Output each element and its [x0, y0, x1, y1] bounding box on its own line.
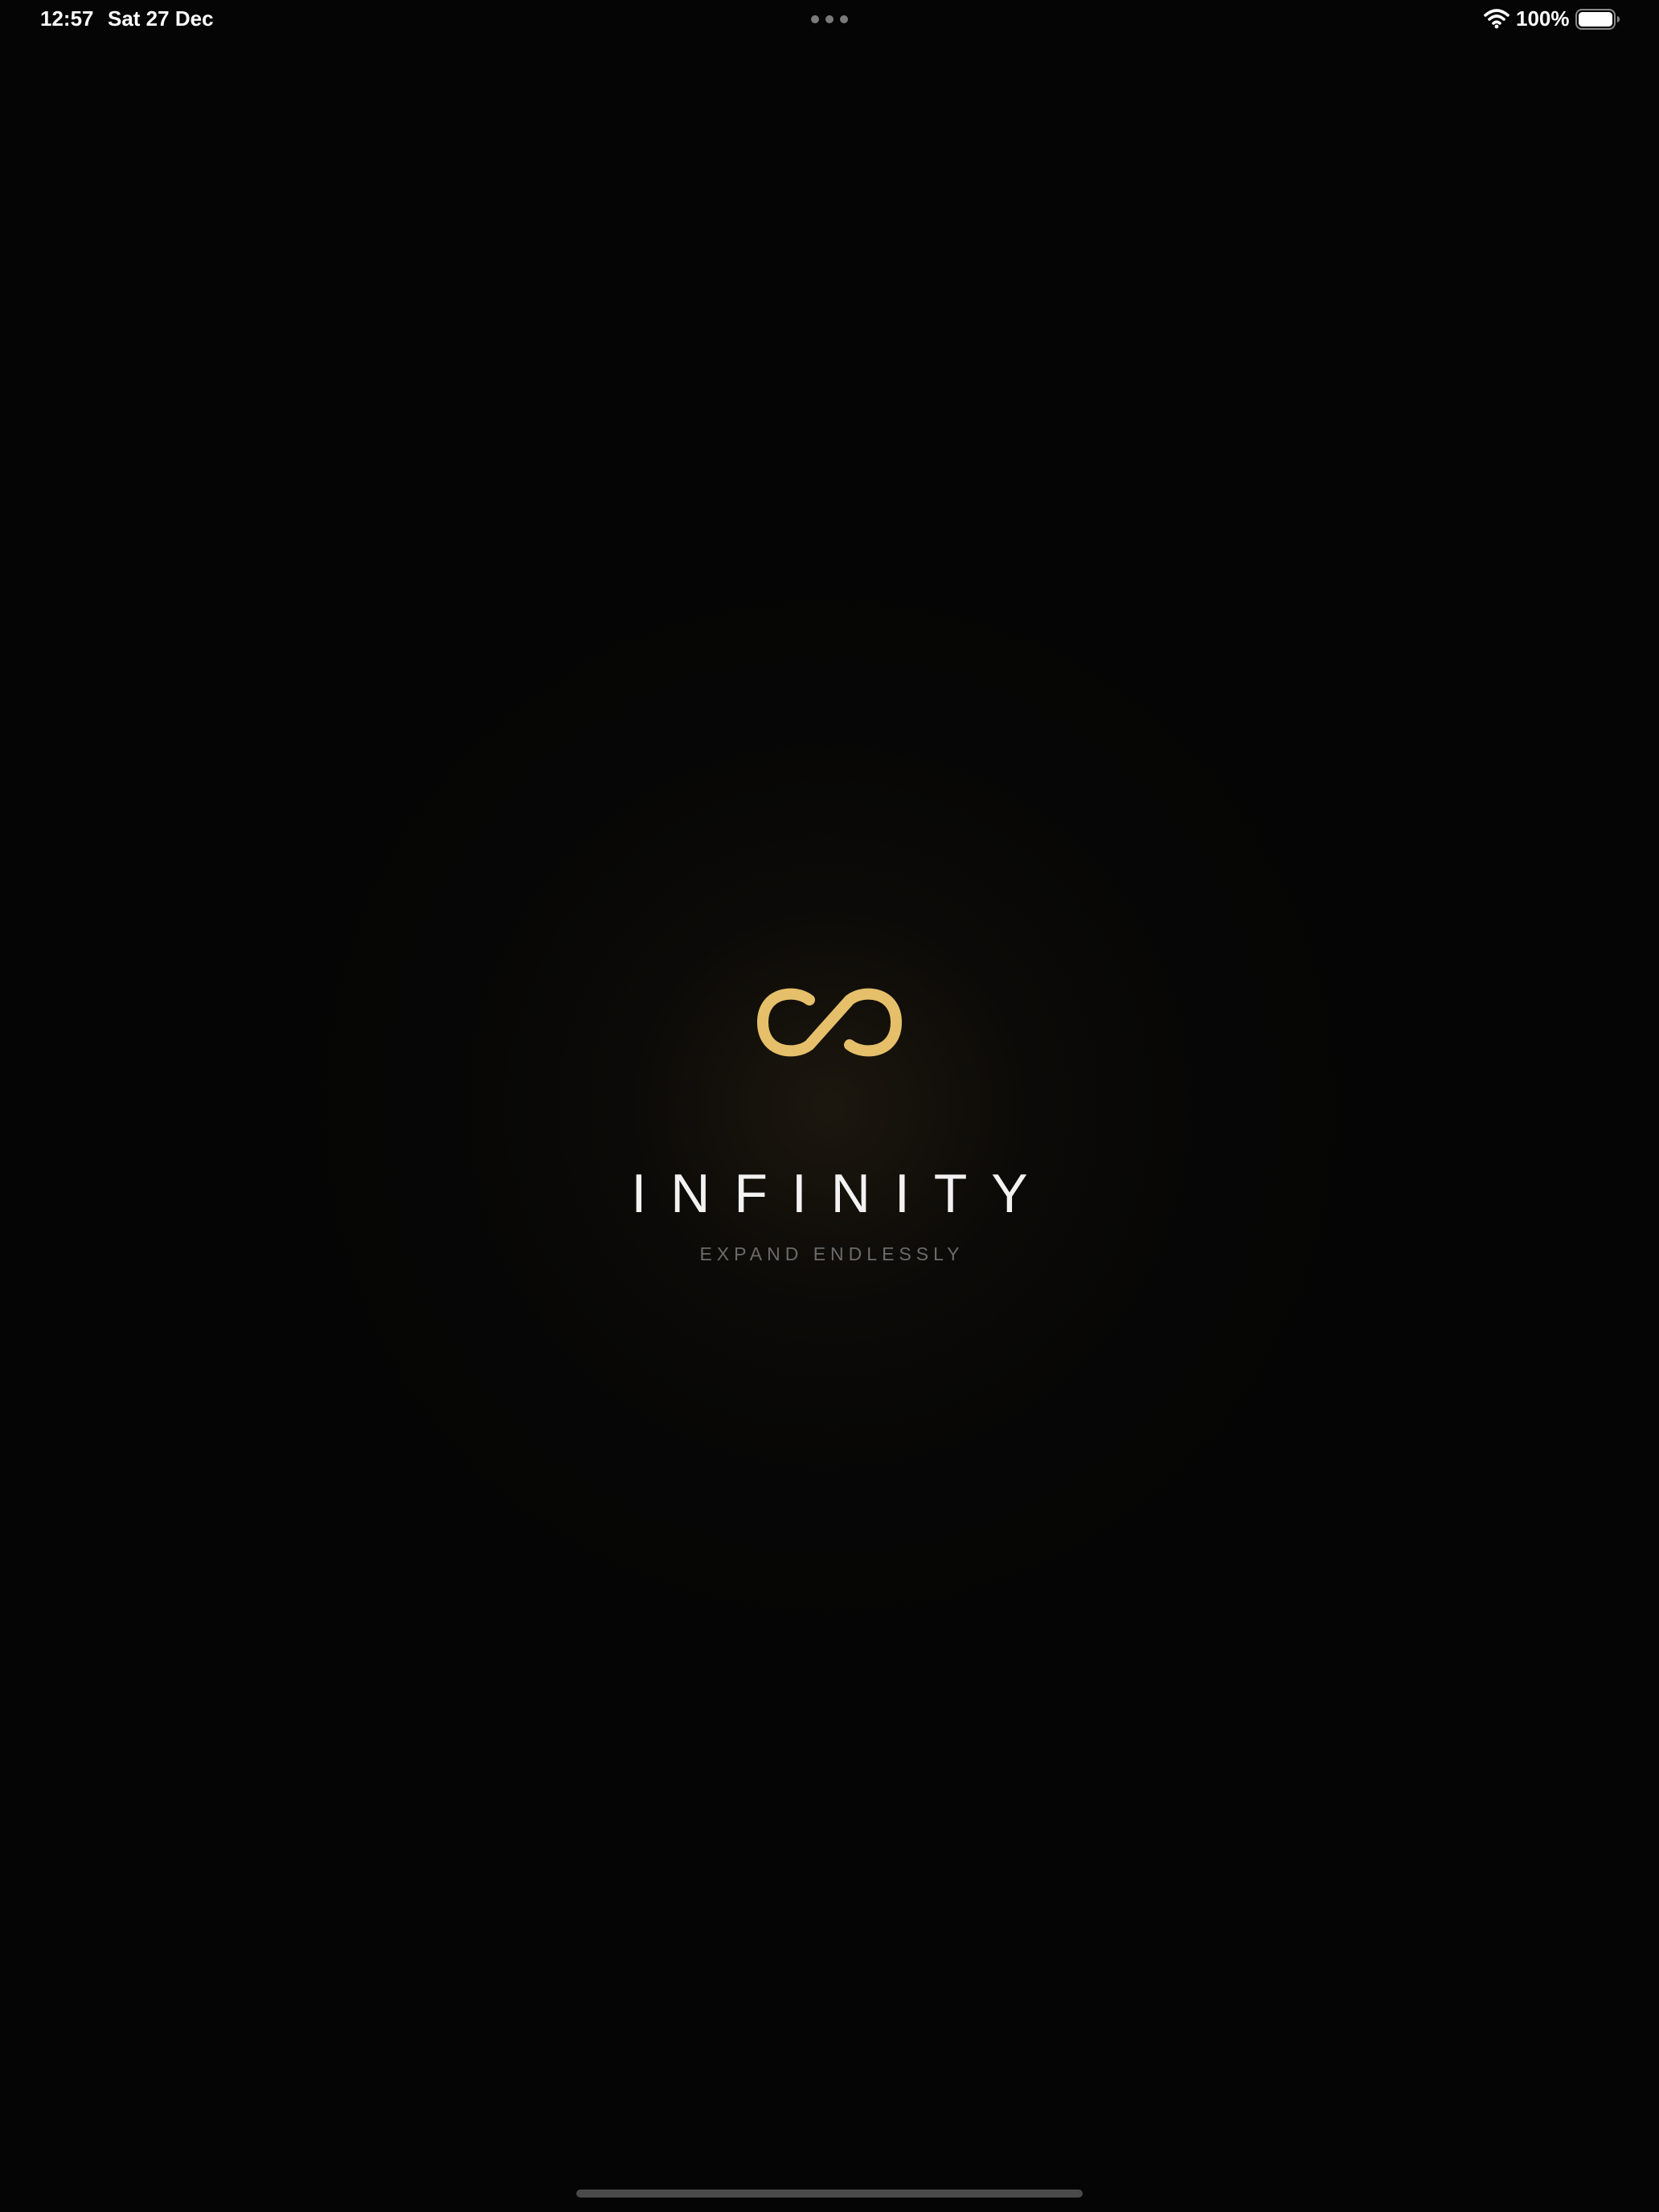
- status-date: Sat 27 Dec: [108, 6, 214, 31]
- dot: [811, 15, 819, 23]
- status-bar: 12:57 Sat 27 Dec 100%: [0, 0, 1659, 39]
- battery-icon: [1575, 9, 1620, 30]
- app-title: INFINITY: [631, 1163, 1052, 1224]
- background-glow: [186, 463, 1473, 1749]
- app-tagline: EXPAND ENDLESSLY: [699, 1243, 965, 1264]
- multitasking-dots-icon[interactable]: [811, 14, 848, 24]
- infinity-icon: [757, 988, 902, 1057]
- dot: [840, 15, 848, 23]
- status-time: 12:57: [40, 6, 94, 31]
- dot: [825, 15, 834, 23]
- home-indicator[interactable]: [576, 2189, 1083, 2198]
- wifi-icon: [1484, 9, 1509, 29]
- battery-percent: 100%: [1516, 6, 1570, 31]
